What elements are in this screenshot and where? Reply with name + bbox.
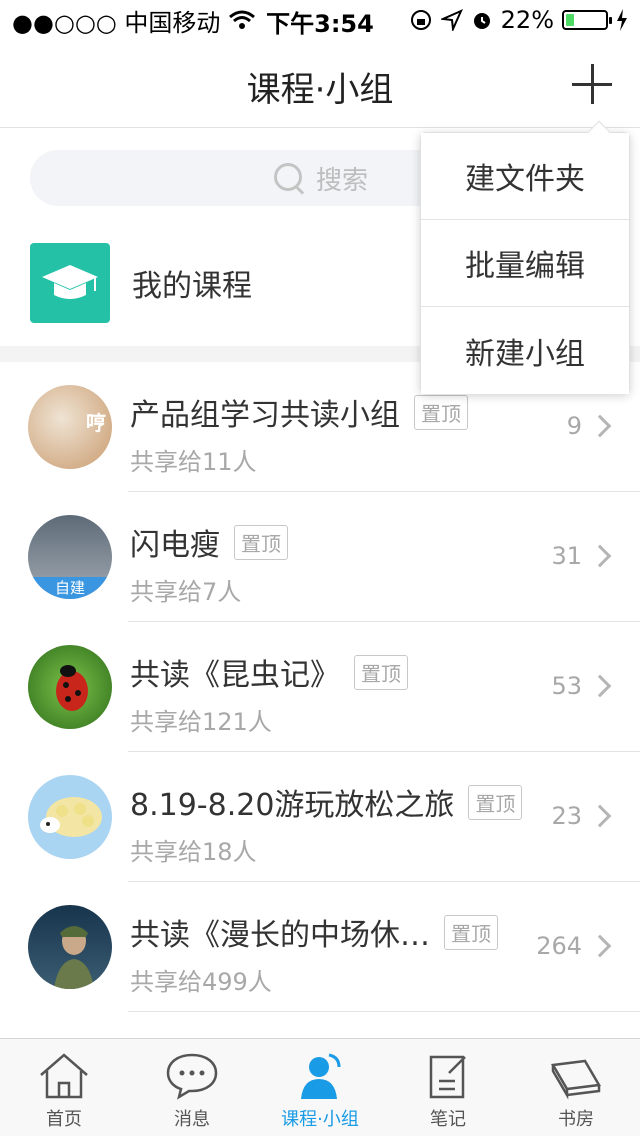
- list-item[interactable]: 自建 闪电瘦 置顶 共享给7人 31: [0, 492, 640, 622]
- page-title: 课程·小组: [246, 70, 394, 110]
- chat-bubble-icon: [166, 1053, 218, 1100]
- shared-count: 共享给18人: [130, 838, 257, 866]
- list-item[interactable]: 共读《漫长的中场休… 置顶 共享给499人 264: [0, 882, 640, 1012]
- divider: [128, 1011, 640, 1012]
- status-right: 22%: [409, 6, 628, 34]
- tab-label: 消息: [174, 1109, 210, 1130]
- status-left: ●●○○○ 中国移动: [12, 3, 256, 38]
- avatar: [28, 905, 112, 989]
- alarm-icon: [473, 13, 490, 29]
- book-icon: [550, 1059, 602, 1100]
- pin-tag: 置顶: [468, 784, 523, 820]
- tab-notes[interactable]: 笔记: [384, 1039, 512, 1136]
- chevron-right-icon: [588, 804, 612, 828]
- pin-tag: 置顶: [354, 654, 408, 690]
- row-title: 共读《昆虫记》 置顶: [130, 650, 408, 694]
- battery-percent: 22%: [500, 6, 554, 34]
- battery-icon: [562, 10, 612, 30]
- tab-messages[interactable]: 消息: [128, 1039, 256, 1136]
- group-title: 共读《昆虫记》: [130, 658, 340, 693]
- row-title: 产品组学习共读小组 置顶: [130, 390, 468, 434]
- avatar-overlay-text: 哼: [86, 411, 106, 435]
- item-count: 264: [536, 932, 582, 960]
- graduation-cap-icon: [30, 243, 110, 323]
- nav-bar: 课程·小组: [0, 40, 640, 128]
- item-count: 53: [551, 672, 582, 700]
- menu-item-new-group[interactable]: 新建小组: [421, 307, 629, 394]
- tab-home[interactable]: 首页: [0, 1039, 128, 1136]
- item-count: 9: [566, 412, 582, 440]
- my-course-label: 我的课程: [132, 269, 252, 304]
- row-title: 共读《漫长的中场休… 置顶: [130, 910, 498, 954]
- avatar: 哼: [28, 385, 112, 469]
- avatar: 自建: [28, 515, 112, 599]
- tab-label: 书房: [558, 1109, 594, 1130]
- list-item[interactable]: 共读《昆虫记》 置顶 共享给121人 53: [0, 622, 640, 752]
- shared-count: 共享给7人: [130, 578, 242, 606]
- tab-label: 笔记: [430, 1109, 466, 1130]
- charging-icon: [617, 9, 627, 31]
- tab-bar: 首页 消息 课程·小组 笔记 书房: [0, 1038, 640, 1136]
- menu-item-batch-edit[interactable]: 批量编辑: [421, 220, 629, 307]
- tab-courses-groups[interactable]: 课程·小组: [256, 1039, 384, 1136]
- chevron-right-icon: [588, 934, 612, 958]
- item-count: 23: [551, 802, 582, 830]
- location-icon: [440, 9, 463, 31]
- row-title: 闪电瘦 置顶: [130, 520, 288, 564]
- search-icon: [272, 161, 306, 195]
- avatar: [28, 645, 112, 729]
- search-placeholder: 搜索: [315, 165, 368, 196]
- group-title: 产品组学习共读小组: [130, 398, 400, 433]
- status-bar: ●●○○○ 中国移动 下午3:54 22%: [0, 0, 640, 40]
- group-title: 8.19-8.20游玩放松之旅: [130, 788, 455, 823]
- note-edit-icon: [429, 1055, 466, 1099]
- chevron-right-icon: [588, 674, 612, 698]
- list-item[interactable]: 8.19-8.20游玩放松之旅 置顶 共享给18人 23: [0, 752, 640, 882]
- plus-icon[interactable]: [572, 64, 612, 104]
- tab-label: 首页: [46, 1109, 82, 1130]
- battery-fill: [566, 14, 575, 26]
- shared-count: 共享给499人: [130, 968, 272, 996]
- shared-count: 共享给121人: [130, 708, 272, 736]
- row-title: 8.19-8.20游玩放松之旅 置顶: [130, 780, 523, 824]
- group-list: 哼 产品组学习共读小组 置顶 共享给11人 9 自建 闪电瘦 置顶 共享给7人 …: [0, 362, 640, 1012]
- add-menu-dropdown: 建文件夹 批量编辑 新建小组: [420, 120, 630, 394]
- shared-count: 共享给11人: [130, 448, 257, 476]
- home-icon: [40, 1053, 88, 1099]
- self-created-badge: 自建: [28, 577, 112, 599]
- item-count: 31: [551, 542, 582, 570]
- wifi-icon: [229, 10, 256, 29]
- tab-bookshelf[interactable]: 书房: [512, 1039, 640, 1136]
- person-icon: [301, 1053, 341, 1099]
- group-title: 闪电瘦: [130, 528, 220, 563]
- pin-tag: 置顶: [444, 914, 498, 950]
- pin-tag: 置顶: [414, 394, 468, 430]
- avatar: [28, 775, 112, 859]
- chevron-right-icon: [588, 544, 612, 568]
- rotation-lock-icon: [410, 10, 431, 30]
- carrier-signal: ●●○○○ 中国移动: [12, 8, 221, 37]
- chevron-right-icon: [588, 414, 612, 438]
- menu-item-new-folder[interactable]: 建文件夹: [421, 133, 629, 220]
- pin-tag: 置顶: [234, 524, 288, 560]
- tab-label: 课程·小组: [281, 1109, 359, 1130]
- group-title: 共读《漫长的中场休…: [130, 918, 430, 953]
